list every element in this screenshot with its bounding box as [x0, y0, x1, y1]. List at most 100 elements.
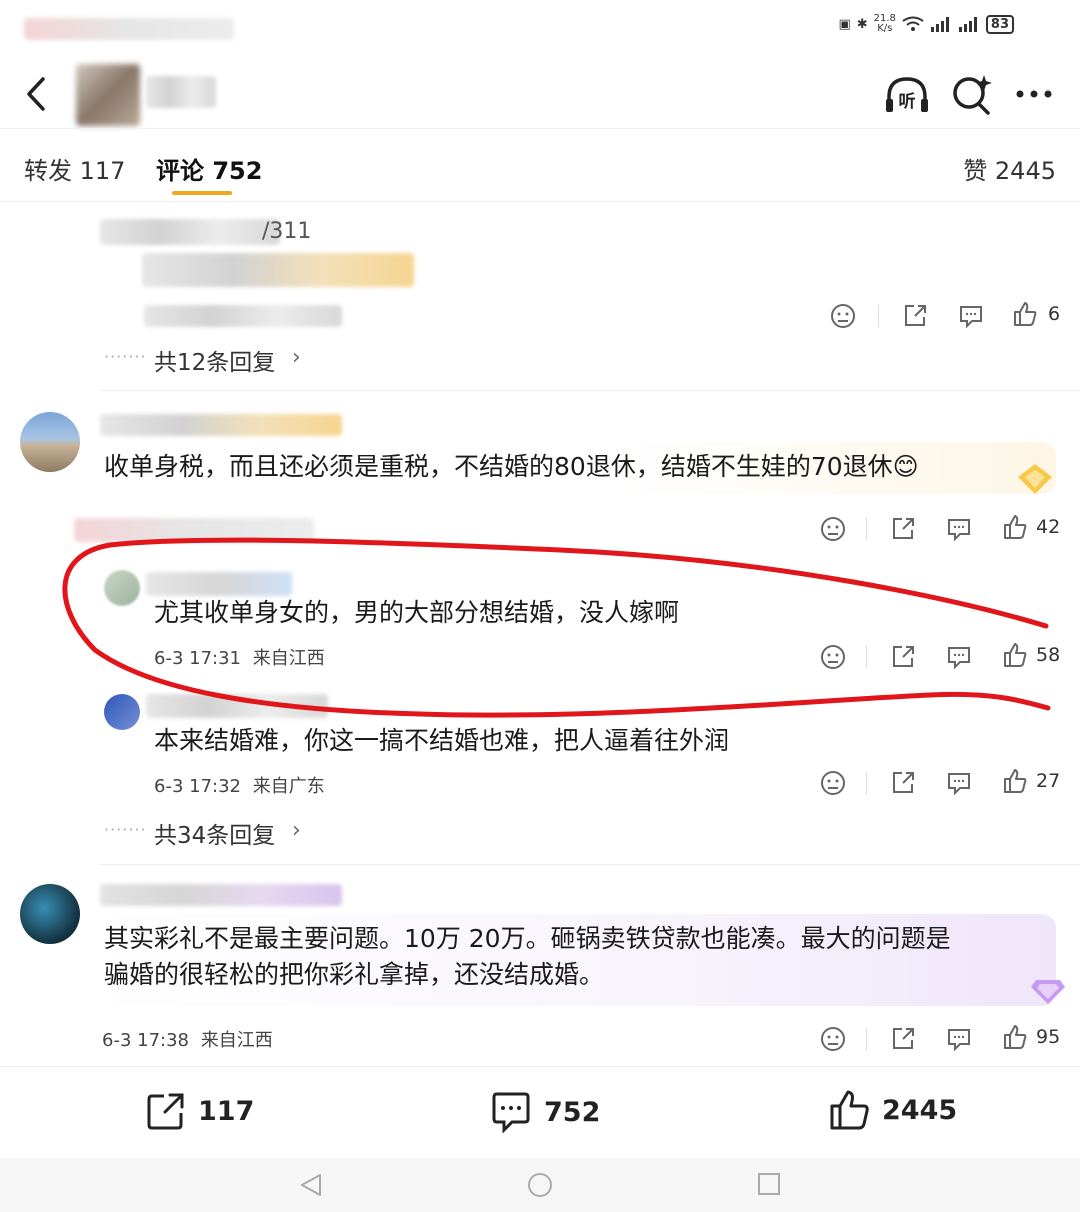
comment-icon [492, 1092, 530, 1133]
reply-location: 来自广东 [252, 776, 325, 797]
reply-location: 来自江西 [252, 648, 325, 669]
comment-button[interactable]: 752 [490, 1091, 600, 1133]
battery-indicator: 83 [985, 14, 1014, 34]
listen-button[interactable]: 听 [884, 72, 930, 118]
comment-author-suffix: /311 [262, 219, 312, 244]
repost-button[interactable]: 117 [146, 1091, 254, 1131]
dislike-icon[interactable] [820, 516, 846, 542]
nav-home-icon[interactable] [527, 1172, 553, 1198]
avatar[interactable] [20, 412, 80, 472]
search-sparkle-icon [953, 75, 992, 115]
back-button[interactable] [16, 74, 56, 114]
avatar[interactable] [104, 694, 140, 730]
reply-icon[interactable] [946, 1026, 972, 1052]
action-row: 42 [820, 514, 1070, 544]
replies-link[interactable]: 共34条回复 [154, 816, 275, 850]
avatar[interactable] [20, 884, 80, 944]
reply-item-2: 本来结婚难，你这一搞不结婚也难，把人逼着往外润 6-3 17:32 来自广东 2… [0, 686, 1080, 806]
nfc-icon: ▣ [838, 16, 851, 32]
like-icon[interactable] [1012, 301, 1038, 327]
dotted-leader: ······· [104, 347, 147, 366]
reply-icon[interactable] [958, 303, 984, 329]
comment-text: 收单身税，而且还必须是重税，不结婚的80退休，结婚不生娃的70退休😊 [104, 452, 919, 481]
replies-link-row[interactable]: ······· 共12条回复 › [104, 345, 301, 376]
separator [866, 646, 867, 668]
like-button[interactable]: 2445 [828, 1089, 957, 1131]
like-icon[interactable] [1002, 514, 1028, 540]
net-speed: 21.8 K/s [873, 13, 896, 34]
bluetooth-icon: ✱ [856, 16, 868, 32]
more-icon [1016, 90, 1052, 98]
reply-author-blurred [74, 518, 314, 542]
like-icon[interactable] [1002, 1024, 1028, 1050]
reply-time: 6-3 17:32 [154, 776, 241, 797]
avatar[interactable] [76, 64, 140, 126]
reply-time: 6-3 17:31 [154, 648, 241, 669]
share-icon[interactable] [890, 644, 916, 670]
comment-card-2: 收单身税，而且还必须是重税，不结婚的80退休，结婚不生娃的70退休😊 42 尤其… [0, 392, 1080, 866]
comment-author-blurred [100, 414, 342, 436]
divider [100, 390, 1080, 391]
signal-icon-2 [958, 17, 977, 32]
tab-comments[interactable]: 评论 752 [156, 151, 262, 186]
reply-item-1: 尤其收单身女的，男的大部分想结婚，没人嫁啊 6-3 17:31 来自江西 58 [0, 560, 1080, 680]
status-left-blurred [24, 18, 234, 40]
comment-author-blurred [100, 219, 280, 245]
share-icon[interactable] [890, 516, 916, 542]
reply-meta: 6-3 17:31 来自江西 [154, 644, 325, 670]
reply-icon[interactable] [946, 770, 972, 796]
wifi-icon [902, 16, 924, 31]
dislike-icon[interactable] [820, 770, 846, 796]
dislike-icon[interactable] [820, 644, 846, 670]
comment-text-line-1: 其实彩礼不是最主要问题。10万 20万。砸锅卖铁贷款也能凑。最大的问题是 [104, 924, 951, 953]
comment-card-3: 其实彩礼不是最主要问题。10万 20万。砸锅卖铁贷款也能凑。最大的问题是 骗婚的… [0, 866, 1080, 1066]
avatar[interactable] [104, 570, 140, 606]
search-button[interactable] [950, 72, 994, 116]
reply-icon[interactable] [946, 516, 972, 542]
replies-link-row[interactable]: ······· 共34条回复 › [104, 818, 301, 849]
username-blurred [146, 76, 216, 108]
like-count: 42 [1036, 516, 1061, 538]
like-count: 95 [1036, 1026, 1061, 1048]
reply-icon[interactable] [946, 644, 972, 670]
divider [100, 864, 1080, 865]
reply-text: 本来结婚难，你这一搞不结婚也难，把人逼着往外润 [154, 726, 730, 755]
like-count: 58 [1036, 644, 1061, 666]
tab-likes[interactable]: 赞 2445 [963, 151, 1056, 186]
reply-author-blurred [146, 694, 328, 718]
system-nav-bar [0, 1158, 1080, 1212]
nav-recents-icon[interactable] [757, 1172, 781, 1196]
like-count: 27 [1036, 770, 1061, 792]
reply-meta: 6-3 17:32 来自广东 [154, 772, 325, 798]
listen-label: 听 [899, 91, 916, 112]
chevron-right-icon: › [292, 818, 301, 843]
comment-time: 6-3 17:38 [102, 1030, 189, 1051]
chevron-right-icon: › [292, 345, 301, 370]
like-icon[interactable] [1002, 768, 1028, 794]
tab-repost[interactable]: 转发 117 [24, 151, 125, 186]
separator [878, 305, 879, 327]
reply-author-blurred [146, 572, 292, 596]
comment-author-blurred [100, 884, 342, 906]
reply-text: 尤其收单身女的，男的大部分想结婚，没人嫁啊 [154, 598, 680, 627]
tab-underline [172, 191, 232, 195]
like-icon[interactable] [1002, 642, 1028, 668]
tab-bar: 转发 117 评论 752 赞 2445 [0, 128, 1080, 202]
share-icon[interactable] [890, 1026, 916, 1052]
repost-count: 117 [198, 1095, 255, 1127]
dislike-icon[interactable] [830, 303, 856, 329]
share-icon[interactable] [902, 303, 928, 329]
nav-back-icon[interactable] [298, 1172, 324, 1198]
dislike-icon[interactable] [820, 1026, 846, 1052]
like-icon [830, 1090, 869, 1130]
more-button[interactable] [1012, 76, 1056, 112]
separator [866, 1028, 867, 1050]
comment-count: 752 [544, 1096, 601, 1128]
share-icon[interactable] [890, 770, 916, 796]
diamond-badge-icon [1030, 978, 1066, 1006]
replies-link[interactable]: 共12条回复 [154, 343, 275, 377]
headphones-icon: 听 [886, 77, 928, 112]
bottom-action-bar: 117 752 2445 [0, 1066, 1080, 1159]
share-icon [147, 1093, 184, 1130]
comment-location: 来自江西 [200, 1030, 273, 1051]
